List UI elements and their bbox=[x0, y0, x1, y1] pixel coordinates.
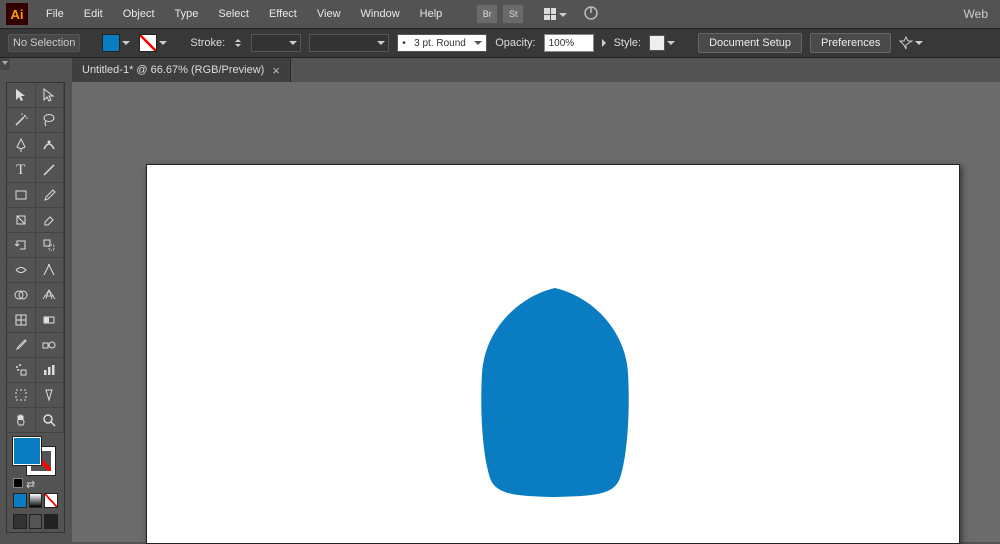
fill-swatch[interactable] bbox=[102, 34, 120, 52]
width-tool[interactable] bbox=[7, 258, 36, 283]
document-tab-bar: Untitled-1* @ 66.67% (RGB/Preview) × bbox=[0, 58, 1000, 82]
rotate-tool[interactable] bbox=[7, 233, 36, 258]
default-colors-icon[interactable] bbox=[13, 478, 23, 488]
screen-mode-row bbox=[7, 511, 64, 532]
stock-icon[interactable]: St bbox=[502, 4, 524, 24]
menu-window[interactable]: Window bbox=[353, 4, 408, 24]
shaper-tool[interactable] bbox=[7, 208, 36, 233]
draw-inside[interactable] bbox=[44, 514, 58, 529]
style-label: Style: bbox=[614, 37, 642, 49]
menu-bar: Ai File Edit Object Type Select Effect V… bbox=[0, 0, 1000, 28]
stroke-weight-stepper[interactable] bbox=[233, 35, 243, 51]
curvature-tool[interactable] bbox=[36, 133, 65, 158]
artboard[interactable] bbox=[146, 164, 960, 544]
app-logo: Ai bbox=[6, 3, 28, 25]
control-bar: No Selection Stroke: • 3 pt. Round Opaci… bbox=[0, 28, 1000, 58]
perspective-grid-tool[interactable] bbox=[36, 283, 65, 308]
bridge-icon[interactable]: Br bbox=[476, 4, 498, 24]
workspace-switcher[interactable]: Web bbox=[964, 7, 988, 21]
draw-behind[interactable] bbox=[29, 514, 43, 529]
document-setup-button[interactable]: Document Setup bbox=[698, 33, 802, 53]
mesh-tool[interactable] bbox=[7, 308, 36, 333]
draw-normal[interactable] bbox=[13, 514, 27, 529]
slice-tool[interactable] bbox=[36, 383, 65, 408]
none-mode[interactable] bbox=[44, 493, 58, 508]
opacity-label: Opacity: bbox=[495, 37, 535, 49]
align-pin-icon[interactable] bbox=[899, 36, 923, 50]
gradient-mode[interactable] bbox=[29, 493, 43, 508]
selection-tool[interactable] bbox=[7, 83, 36, 108]
blue-shape[interactable] bbox=[480, 288, 630, 498]
opacity-input[interactable]: 100% bbox=[544, 34, 594, 52]
graphic-style-dropdown[interactable] bbox=[666, 35, 676, 51]
menu-edit[interactable]: Edit bbox=[76, 4, 111, 24]
toolbox: T bbox=[6, 82, 65, 533]
graphic-style-swatch[interactable] bbox=[649, 35, 665, 51]
document-title: Untitled-1* @ 66.67% (RGB/Preview) bbox=[82, 64, 264, 76]
type-tool[interactable]: T bbox=[7, 158, 36, 183]
gradient-tool[interactable] bbox=[36, 308, 65, 333]
document-tab[interactable]: Untitled-1* @ 66.67% (RGB/Preview) × bbox=[72, 58, 291, 82]
lasso-tool[interactable] bbox=[36, 108, 65, 133]
menu-type[interactable]: Type bbox=[167, 4, 207, 24]
draw-mode-row bbox=[7, 490, 64, 511]
selection-status[interactable]: No Selection bbox=[8, 34, 80, 52]
arrange-docs-icon[interactable] bbox=[542, 4, 569, 24]
menu-view[interactable]: View bbox=[309, 4, 349, 24]
fill-stroke-indicator: ⇄ bbox=[7, 433, 64, 490]
column-graph-tool[interactable] bbox=[36, 358, 65, 383]
gpu-preview-icon[interactable] bbox=[583, 5, 599, 24]
direct-selection-tool[interactable] bbox=[36, 83, 65, 108]
zoom-tool[interactable] bbox=[36, 408, 65, 433]
swap-colors-icon[interactable]: ⇄ bbox=[26, 478, 36, 488]
menu-select[interactable]: Select bbox=[210, 4, 257, 24]
hand-tool[interactable] bbox=[7, 408, 36, 433]
fill-indicator[interactable] bbox=[13, 437, 41, 465]
stroke-swatch[interactable] bbox=[139, 34, 157, 52]
menu-file[interactable]: File bbox=[38, 4, 72, 24]
stroke-dropdown[interactable] bbox=[158, 35, 168, 51]
magic-wand-tool[interactable] bbox=[7, 108, 36, 133]
panel-dock-toggle[interactable] bbox=[0, 58, 10, 70]
brush-definition[interactable]: • 3 pt. Round bbox=[397, 34, 487, 52]
menu-object[interactable]: Object bbox=[115, 4, 163, 24]
preferences-button[interactable]: Preferences bbox=[810, 33, 891, 53]
variable-width-profile[interactable] bbox=[309, 34, 389, 52]
menu-effect[interactable]: Effect bbox=[261, 4, 305, 24]
symbol-sprayer-tool[interactable] bbox=[7, 358, 36, 383]
opacity-value: 100% bbox=[549, 38, 575, 49]
stroke-weight-dropdown[interactable] bbox=[251, 34, 301, 52]
eraser-tool[interactable] bbox=[36, 208, 65, 233]
rectangle-tool[interactable] bbox=[7, 183, 36, 208]
shape-builder-tool[interactable] bbox=[7, 283, 36, 308]
blend-tool[interactable] bbox=[36, 333, 65, 358]
close-tab-icon[interactable]: × bbox=[272, 63, 280, 78]
free-transform-tool[interactable] bbox=[36, 258, 65, 283]
color-mode[interactable] bbox=[13, 493, 27, 508]
opacity-arrow-icon[interactable] bbox=[602, 39, 606, 47]
eyedropper-tool[interactable] bbox=[7, 333, 36, 358]
pen-tool[interactable] bbox=[7, 133, 36, 158]
paintbrush-tool[interactable] bbox=[36, 183, 65, 208]
artboard-tool[interactable] bbox=[7, 383, 36, 408]
line-segment-tool[interactable] bbox=[36, 158, 65, 183]
brush-label: 3 pt. Round bbox=[414, 38, 466, 49]
scale-tool[interactable] bbox=[36, 233, 65, 258]
stroke-label: Stroke: bbox=[190, 37, 225, 49]
fill-dropdown[interactable] bbox=[121, 35, 131, 51]
canvas-area[interactable] bbox=[72, 82, 1000, 542]
menu-help[interactable]: Help bbox=[412, 4, 451, 24]
